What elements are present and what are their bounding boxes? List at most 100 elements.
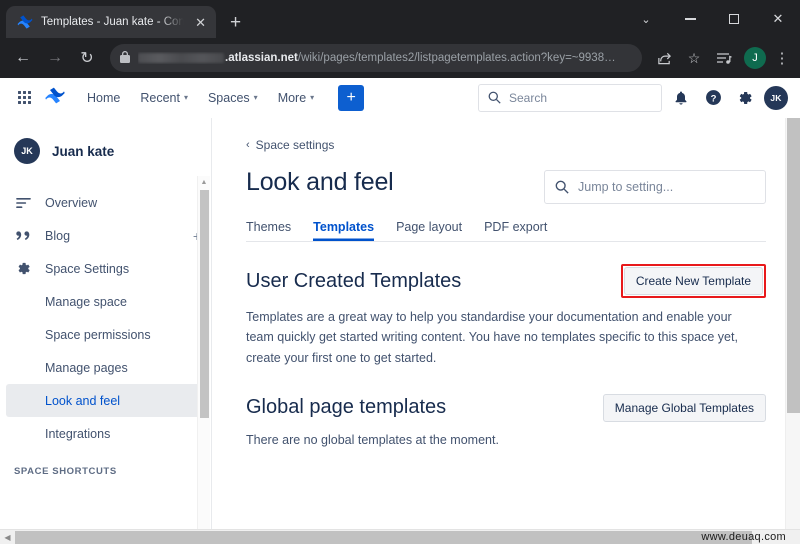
browser-tab[interactable]: Templates - Juan kate - Confluen ✕ xyxy=(6,6,216,38)
sidebar-item-label: Space Settings xyxy=(45,261,130,276)
hscroll-left-icon[interactable]: ◀ xyxy=(0,530,15,544)
gear-icon xyxy=(14,261,32,276)
page-scroll-thumb[interactable] xyxy=(787,118,800,413)
page-scrollbar[interactable]: ▼ xyxy=(785,118,800,544)
url-path: /wiki/pages/templates2/listpagetemplates… xyxy=(297,52,616,64)
reload-icon[interactable]: ↻ xyxy=(72,43,102,73)
jump-to-setting-input[interactable]: Jump to setting... xyxy=(544,170,766,204)
global-templates-title: Global page templates xyxy=(246,396,447,419)
nav-item-more[interactable]: More ▾ xyxy=(270,86,323,110)
maximize-icon[interactable] xyxy=(712,2,756,36)
sidebar-item-label: Manage pages xyxy=(45,360,128,375)
app-switcher-icon[interactable] xyxy=(18,91,31,104)
confluence-logo-icon[interactable] xyxy=(45,86,65,110)
url-redacted-block xyxy=(138,53,224,63)
gear-icon[interactable] xyxy=(732,85,758,111)
svg-text:?: ? xyxy=(710,93,716,104)
confluence-top-nav: Home Recent ▾ Spaces ▾ More ▾ + Search ?… xyxy=(0,78,800,118)
new-tab-button[interactable]: + xyxy=(230,13,241,32)
bookmark-star-icon[interactable]: ☆ xyxy=(680,44,708,72)
nav-item-home[interactable]: Home xyxy=(79,86,128,110)
global-search-placeholder: Search xyxy=(509,90,548,105)
tab-close-icon[interactable]: ✕ xyxy=(193,14,208,31)
back-icon[interactable]: ← xyxy=(8,43,38,73)
global-search-input[interactable]: Search xyxy=(478,83,662,112)
search-icon xyxy=(488,91,501,104)
omnibox-bar: ← → ↻ .atlassian.net/wiki/pages/template… xyxy=(0,38,800,78)
watermark: www.deuaq.com xyxy=(701,530,786,543)
sidebar-item-look-and-feel[interactable]: Look and feel xyxy=(6,384,203,417)
sidebar-item-label: Look and feel xyxy=(45,393,121,408)
reading-list-icon[interactable] xyxy=(710,44,738,72)
tab-strip: Templates - Juan kate - Confluen ✕ + ⌄ ✕ xyxy=(0,0,800,38)
bell-icon[interactable] xyxy=(668,85,694,111)
sidebar-item-integrations[interactable]: Integrations xyxy=(0,417,211,450)
url-text: .atlassian.net/wiki/pages/templates2/lis… xyxy=(138,52,616,64)
sidebar-item-blog[interactable]: Blog + xyxy=(0,219,211,252)
space-header[interactable]: JK Juan kate xyxy=(0,130,211,172)
nav-item-spaces[interactable]: Spaces ▾ xyxy=(200,86,266,110)
global-templates-description: There are no global templates at the mom… xyxy=(246,432,499,447)
url-domain: .atlassian.net xyxy=(225,52,298,64)
share-icon[interactable] xyxy=(650,44,678,72)
sidebar-item-overview[interactable]: Overview xyxy=(0,186,211,219)
lock-icon xyxy=(120,50,130,66)
user-templates-header: User Created Templates Create New Templa… xyxy=(246,264,766,298)
minimize-icon[interactable] xyxy=(668,2,712,36)
sidebar-item-space-settings[interactable]: Space Settings xyxy=(0,252,211,285)
sidebar-item-manage-pages[interactable]: Manage pages xyxy=(0,351,211,384)
create-button[interactable]: + xyxy=(338,84,365,111)
chevron-down-icon: ▾ xyxy=(183,93,188,102)
sidebar-scroll-up-icon[interactable]: ▲ xyxy=(198,176,210,189)
user-created-templates-section: User Created Templates Create New Templa… xyxy=(246,264,766,368)
close-window-icon[interactable]: ✕ xyxy=(756,2,800,36)
forward-icon[interactable]: → xyxy=(40,43,70,73)
sidebar-item-label: Integrations xyxy=(45,426,111,441)
help-icon[interactable]: ? xyxy=(700,85,726,111)
main-content: ‹ Space settings Look and feel Jump to s… xyxy=(212,118,800,544)
sidebar-scrollbar[interactable]: ▲ ▼ xyxy=(197,176,210,544)
horizontal-scrollbar[interactable]: ◀ xyxy=(0,529,800,544)
page-body: JK Juan kate Overview Blog Space Setting… xyxy=(0,118,800,544)
nav-item-recent[interactable]: Recent ▾ xyxy=(132,86,196,110)
sidebar-item-space-permissions[interactable]: Space permissions xyxy=(0,318,211,351)
user-templates-title: User Created Templates xyxy=(246,269,462,292)
nav-right-group: Search ? JK xyxy=(478,83,788,112)
breadcrumb[interactable]: ‹ Space settings xyxy=(246,138,766,152)
manage-global-templates-button[interactable]: Manage Global Templates xyxy=(602,393,766,422)
nav-label: Spaces xyxy=(207,90,250,105)
tab-templates[interactable]: Templates xyxy=(313,220,374,241)
overview-icon xyxy=(14,197,32,209)
create-new-template-button[interactable]: Create New Template xyxy=(623,267,763,295)
hscroll-thumb[interactable] xyxy=(15,531,752,544)
user-avatar[interactable]: JK xyxy=(764,85,788,110)
browser-menu-icon[interactable]: ⋮ xyxy=(772,49,792,67)
breadcrumb-label: Space settings xyxy=(255,138,335,152)
space-sidebar: JK Juan kate Overview Blog Space Setting… xyxy=(0,118,212,544)
create-new-template-highlight: Create New Template xyxy=(620,264,766,298)
browser-window: Templates - Juan kate - Confluen ✕ + ⌄ ✕… xyxy=(0,0,800,544)
chevron-down-icon: ▾ xyxy=(310,93,315,102)
global-templates-header: Global page templates Manage Global Temp… xyxy=(246,393,766,422)
sidebar-item-label: Overview xyxy=(45,195,98,210)
tab-themes[interactable]: Themes xyxy=(246,220,291,241)
page-title: Look and feel xyxy=(246,168,394,196)
chevron-left-icon: ‹ xyxy=(246,139,250,151)
tab-page-layout[interactable]: Page layout xyxy=(396,220,462,241)
tab-pdf-export[interactable]: PDF export xyxy=(484,220,547,241)
sidebar-nav-list: Overview Blog + xyxy=(0,186,211,450)
global-page-templates-section: Global page templates Manage Global Temp… xyxy=(246,393,766,447)
sidebar-item-manage-space[interactable]: Manage space xyxy=(0,285,211,318)
tab-title: Templates - Juan kate - Confluen xyxy=(41,16,185,28)
sidebar-item-label: Manage space xyxy=(45,294,128,309)
tab-search-chevron-icon[interactable]: ⌄ xyxy=(624,2,668,36)
chevron-down-icon: ▾ xyxy=(253,93,258,102)
user-templates-description: Templates are a great way to help you st… xyxy=(246,310,738,365)
space-avatar: JK xyxy=(14,138,40,164)
sidebar-scroll-thumb[interactable] xyxy=(200,190,209,418)
settings-tabs: Themes Templates Page layout PDF export xyxy=(246,220,766,242)
sidebar-item-label: Blog xyxy=(45,228,71,243)
address-bar[interactable]: .atlassian.net/wiki/pages/templates2/lis… xyxy=(110,44,642,72)
nav-label: Recent xyxy=(140,90,180,105)
browser-profile-avatar[interactable]: J xyxy=(744,47,766,69)
